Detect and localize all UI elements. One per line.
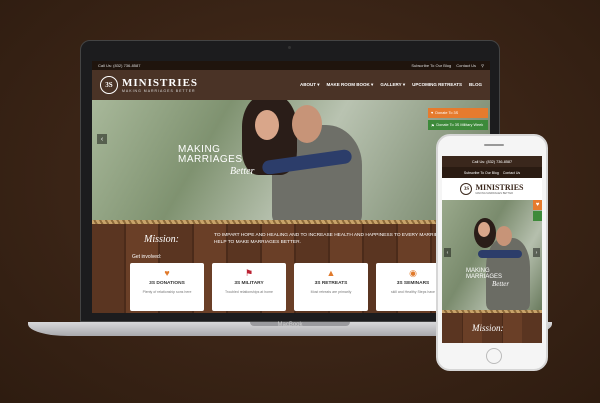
card-donations[interactable]: ♥ 3S DONATIONS Plenty of relationship so…: [130, 263, 204, 311]
mission-section: Mission: To impart hope and healing and …: [92, 224, 490, 313]
phone-speaker: [484, 144, 504, 146]
phone-logo-mark: 3S: [460, 183, 473, 195]
card-desc: skill and Healthy Steps have: [391, 290, 435, 294]
camera: [288, 46, 291, 49]
phone-hero-arm: [478, 250, 522, 258]
laptop-screen: Call Us: (832) 736-8587 Subscribe To Our…: [92, 61, 490, 313]
card-title: 3S MILITARY: [234, 281, 264, 286]
logo-mark: 3S: [100, 76, 118, 94]
contact-link[interactable]: Contact Us: [456, 63, 476, 68]
hero-woman-face: [255, 110, 279, 140]
heart-icon[interactable]: ♥: [533, 200, 542, 210]
card-title: 3S DONATIONS: [149, 281, 185, 286]
chevron-right-icon[interactable]: ›: [533, 248, 540, 257]
chevron-left-icon[interactable]: ‹: [97, 134, 107, 144]
phone-subscribe-link[interactable]: Subscribe To Our Blog: [464, 171, 499, 175]
mission-label: Mission:: [144, 234, 179, 245]
phone-hero-heading: MAKING MARRIAGES: [466, 268, 502, 280]
laptop-label: MacBook: [277, 322, 303, 328]
military-donate-button[interactable]: ⚑ Donate To 3S Military Week: [428, 120, 488, 130]
heart-icon: ♥: [431, 111, 434, 115]
phone-mission-label: Mission:: [472, 323, 504, 333]
phone-logo[interactable]: 3S MINISTRIES MAKING MARRIAGES BETTER: [442, 178, 542, 200]
site-nav: 3S MINISTRIES MAKING MARRIAGES BETTER AB…: [92, 70, 490, 100]
phone-hero-man-face: [496, 226, 512, 246]
phone-call-bar[interactable]: Call Us: (832) 736-8587: [442, 156, 542, 167]
logo-name: MINISTRIES: [122, 77, 199, 89]
main-menu: ABOUT ▾ MAKE ROOM BOOK ▾ GALLERY ▾ UPCOM…: [300, 82, 482, 88]
heart-icon: ♥: [164, 268, 170, 278]
phone-frame: Call Us: (832) 736-8587 Subscribe To Our…: [436, 134, 548, 371]
hero-script: Better: [230, 166, 255, 177]
card-desc: Troubled relationships at home: [225, 290, 273, 294]
menu-make-room-book[interactable]: MAKE ROOM BOOK ▾: [327, 82, 374, 88]
cards-row: ♥ 3S DONATIONS Plenty of relationship so…: [130, 263, 450, 311]
menu-blog[interactable]: BLOG: [469, 82, 482, 88]
phone-contact-link[interactable]: Contact Us: [503, 171, 520, 175]
donate-label: Donate To 3S: [435, 111, 459, 115]
card-military[interactable]: ⚑ 3S MILITARY Troubled relationships at …: [212, 263, 286, 311]
get-involved-label: Get involved:: [132, 254, 162, 260]
flag-icon: ⚑: [431, 123, 435, 128]
menu-gallery[interactable]: GALLERY ▾: [380, 82, 405, 88]
card-desc: Most retreats are primarily: [310, 290, 352, 294]
phone-screen: Call Us: (832) 736-8587 Subscribe To Our…: [442, 156, 542, 343]
donate-button[interactable]: ♥ Donate To 3S: [428, 108, 488, 118]
subscribe-link[interactable]: Subscribe To Our Blog: [411, 63, 451, 68]
hero-heading: MAKING MARRIAGES: [178, 145, 243, 165]
menu-upcoming-retreats[interactable]: UPCOMING RETREATS: [412, 82, 462, 88]
site-logo[interactable]: 3S MINISTRIES MAKING MARRIAGES BETTER: [100, 76, 198, 94]
card-desc: Plenty of relationship sons here: [142, 290, 192, 294]
card-title: 3S SEMINARS: [396, 281, 430, 286]
hero-man-face: [292, 105, 322, 143]
flag-icon: ⚑: [244, 268, 254, 278]
card-title: 3S RETREATS: [314, 281, 348, 286]
speech-bubble-icon: ◉: [409, 268, 417, 278]
phone-logo-name: MINISTRIES: [475, 183, 524, 192]
site-topbar: Call Us: (832) 736-8587 Subscribe To Our…: [92, 61, 490, 70]
hero-line-2: MARRIAGES: [178, 154, 243, 165]
phone-logo-tagline: MAKING MARRIAGES BETTER: [475, 192, 513, 195]
hero-banner: MAKING MARRIAGES Better ‹ ♥ Donate To 3S …: [92, 100, 490, 220]
cabin-icon: ▲: [326, 268, 336, 278]
phone-hero-script: Better: [492, 280, 510, 288]
phone-hero-woman-face: [478, 222, 490, 237]
military-donate-label: Donate To 3S Military Week: [436, 123, 484, 127]
phone-home-button[interactable]: [486, 348, 502, 364]
phone-mission-section: Mission:: [442, 313, 542, 343]
flag-icon[interactable]: [533, 211, 542, 221]
chevron-left-icon[interactable]: ‹: [444, 248, 451, 257]
menu-about[interactable]: ABOUT ▾: [300, 82, 320, 88]
phone-links-bar: Subscribe To Our Blog Contact Us: [442, 167, 542, 178]
call-us-link[interactable]: Call Us: (832) 736-8587: [98, 63, 140, 68]
phone-hero: MAKING MARRIAGES Better ‹ › ♥: [442, 200, 542, 310]
search-icon[interactable]: ⚲: [481, 63, 484, 68]
logo-tagline: MAKING MARRIAGES BETTER: [122, 89, 196, 93]
card-retreats[interactable]: ▲ 3S RETREATS Most retreats are primaril…: [294, 263, 368, 311]
